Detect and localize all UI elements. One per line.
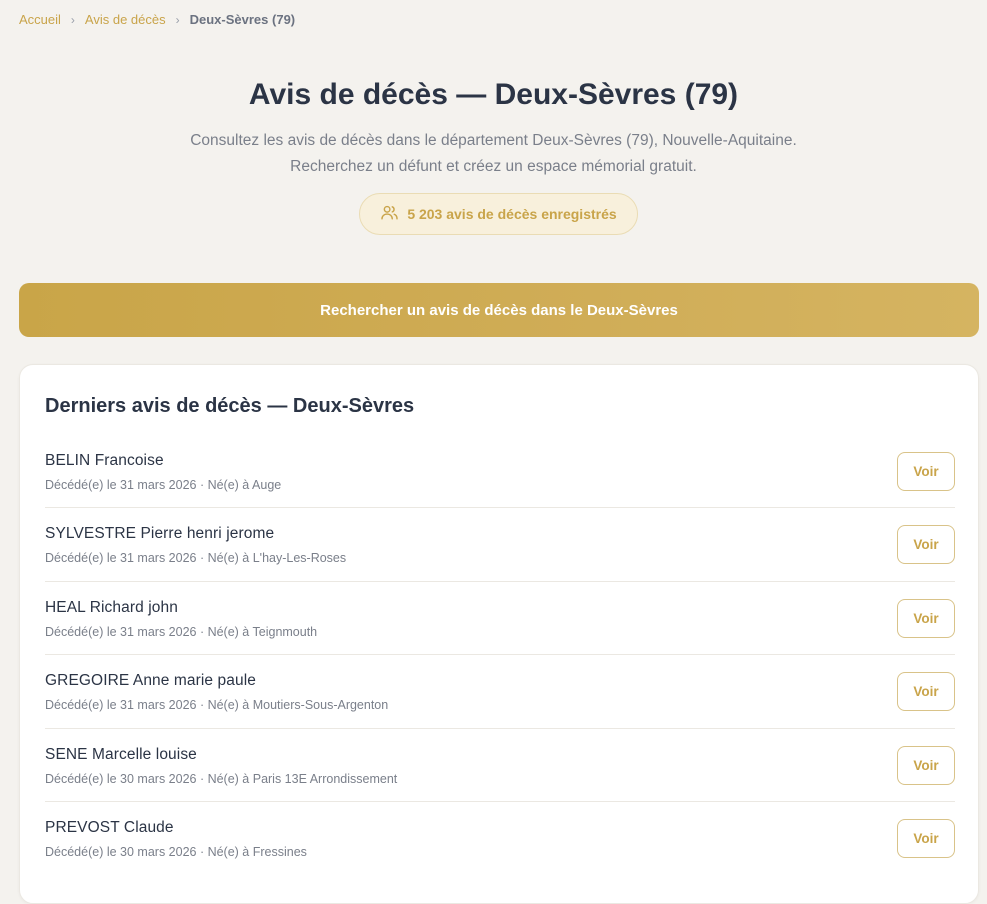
latest-notices-card: Derniers avis de décès — Deux-Sèvres BEL… xyxy=(19,364,979,904)
notice-name: PREVOST Claude xyxy=(45,818,174,836)
breadcrumb-section-link[interactable]: Avis de décès xyxy=(85,12,166,28)
list-item: SENE Marcelle louise Décédé(e) le 30 mar… xyxy=(45,729,955,802)
notices-list: BELIN Francoise Décédé(e) le 31 mars 202… xyxy=(45,435,955,875)
view-button[interactable]: Voir xyxy=(897,452,955,491)
breadcrumb-current: Deux-Sèvres (79) xyxy=(189,12,296,27)
breadcrumb: Accueil › Avis de décès › Deux-Sèvres (7… xyxy=(19,12,295,28)
list-item: SYLVESTRE Pierre henri jerome Décédé(e) … xyxy=(45,508,955,582)
users-icon xyxy=(380,203,399,225)
view-button[interactable]: Voir xyxy=(897,598,955,638)
breadcrumb-separator: › xyxy=(175,13,180,27)
list-item: PREVOST Claude Décédé(e) le 30 mars 2026… xyxy=(45,802,955,875)
breadcrumb-separator: › xyxy=(70,13,75,27)
notice-meta: Décédé(e) le 31 mars 2026 · Né(e) à L'ha… xyxy=(45,551,347,566)
list-item: HEAL Richard john Décédé(e) le 31 mars 2… xyxy=(45,582,955,656)
notice-name: HEAL Richard john xyxy=(45,598,178,616)
description-line-2: Recherchez un défunt et créez un espace … xyxy=(290,158,697,175)
description-line-1: Consultez les avis de décès dans le dépa… xyxy=(190,132,797,149)
notice-meta: Décédé(e) le 31 mars 2026 · Né(e) à Teig… xyxy=(45,624,318,639)
count-label: 5 203 avis de décès enregistrés xyxy=(407,206,617,222)
notice-name: SENE Marcelle louise xyxy=(45,745,197,763)
latest-notices-title: Derniers avis de décès — Deux-Sèvres xyxy=(45,395,415,417)
notice-name: GREGOIRE Anne marie paule xyxy=(45,672,256,690)
count-badge: 5 203 avis de décès enregistrés xyxy=(359,193,638,235)
page-title: Avis de décès — Deux-Sèvres (79) xyxy=(248,78,739,111)
view-button[interactable]: Voir xyxy=(897,745,955,785)
view-button[interactable]: Voir xyxy=(897,525,955,565)
breadcrumb-home-link[interactable]: Accueil xyxy=(19,12,61,28)
view-button[interactable]: Voir xyxy=(897,818,955,858)
view-button[interactable]: Voir xyxy=(897,672,955,712)
notice-name: BELIN Francoise xyxy=(45,452,164,469)
list-item: GREGOIRE Anne marie paule Décédé(e) le 3… xyxy=(45,655,955,729)
notice-meta: Décédé(e) le 30 mars 2026 · Né(e) à Pari… xyxy=(45,771,398,786)
notice-meta: Décédé(e) le 31 mars 2026 · Né(e) à Auge xyxy=(45,478,282,492)
search-button[interactable]: Rechercher un avis de décès dans le Deux… xyxy=(19,283,979,337)
notice-name: SYLVESTRE Pierre henri jerome xyxy=(45,525,275,543)
list-item: BELIN Francoise Décédé(e) le 31 mars 202… xyxy=(45,435,955,509)
notice-meta: Décédé(e) le 31 mars 2026 · Né(e) à Mout… xyxy=(45,698,389,713)
page-description: Consultez les avis de décès dans le dépa… xyxy=(0,128,987,180)
notice-meta: Décédé(e) le 30 mars 2026 · Né(e) à Fres… xyxy=(45,844,307,859)
